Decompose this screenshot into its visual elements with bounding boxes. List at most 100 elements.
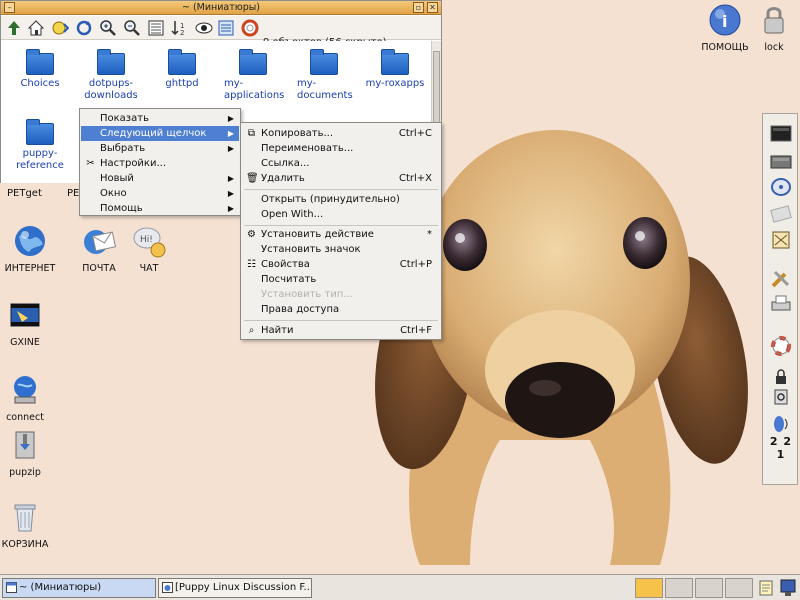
details-icon[interactable]: [217, 19, 235, 37]
printer-icon[interactable]: [770, 294, 792, 314]
show-hidden-icon[interactable]: [195, 19, 213, 37]
desktop-icon-label: pupzip: [9, 467, 41, 478]
menu-item-rename[interactable]: Переименовать...: [242, 141, 440, 156]
menu-item-properties[interactable]: ☷ Свойства Ctrl+P: [242, 257, 440, 272]
power-icon[interactable]: [770, 387, 792, 407]
menu-item-select[interactable]: Выбрать ▶: [81, 141, 239, 156]
up-arrow-icon[interactable]: [5, 19, 23, 37]
close-button[interactable]: ✕: [427, 2, 438, 13]
menu-item-open-force[interactable]: Открыть (принудительно): [242, 192, 440, 207]
tray-clock: 2 2 1: [769, 435, 793, 461]
menu-item-show[interactable]: Показать ▶: [81, 111, 239, 126]
desktop-pager-4[interactable]: [725, 578, 753, 598]
menu-item-set-type: Установить тип...: [242, 287, 440, 302]
menu-item-delete[interactable]: 🗑 Удалить Ctrl+X: [242, 171, 440, 186]
chat-icon: Hi!: [133, 227, 166, 258]
bookmarks-icon[interactable]: [51, 19, 69, 37]
menu-item-open-with[interactable]: Open With...: [242, 207, 440, 222]
find-icon: ⌕: [248, 325, 255, 336]
folder-my-roxapps[interactable]: my-roxapps: [362, 49, 428, 90]
menu-item-set-action[interactable]: ⚙ Установить действие *: [242, 227, 440, 242]
folder-label: my- applications: [224, 78, 285, 101]
desktop-label-partial[interactable]: PE: [67, 188, 79, 199]
menu-item-label: Помощь: [100, 203, 143, 214]
filer-toolbar: 12 9 объектов (56 скрыто): [1, 16, 441, 48]
window-title: ~ (Миниатюры): [181, 2, 261, 13]
cdrom-icon[interactable]: [770, 177, 792, 197]
padlock-small-icon[interactable]: [770, 367, 792, 387]
folder-label: Choices: [20, 78, 60, 89]
folder-ghttpd[interactable]: ghttpd: [149, 49, 215, 90]
menu-item-shortcut: Ctrl+X: [398, 173, 432, 184]
sort-icon[interactable]: 12: [171, 19, 189, 37]
desktop-pager-3[interactable]: [695, 578, 723, 598]
folder-icon: [239, 49, 267, 75]
display-icon[interactable]: [780, 579, 796, 597]
folder-my-applications[interactable]: my- applications: [220, 49, 286, 102]
lifebuoy-icon[interactable]: [770, 336, 792, 356]
filer-context-menu: Показать ▶ Следующий щелчок ▶ Выбрать ▶ …: [79, 108, 241, 216]
task-button-browser[interactable]: [Puppy Linux Discussion F...: [158, 578, 312, 598]
wrench-icon[interactable]: [770, 269, 792, 289]
desktop-icon-connect[interactable]: connect: [0, 373, 60, 423]
menu-item-set-icon[interactable]: Установить значок: [242, 242, 440, 257]
menu-item-settings[interactable]: ✂ Настройки...: [81, 156, 239, 171]
desktop-pager-1[interactable]: [635, 578, 663, 598]
folder-label: dotpups- downloads: [84, 78, 138, 101]
floppy-icon[interactable]: [770, 204, 792, 224]
folder-icon: [310, 49, 338, 75]
menu-item-copy[interactable]: ⧉ Копировать... Ctrl+C: [242, 126, 440, 141]
desktop-pager-2[interactable]: [665, 578, 693, 598]
help-lifebuoy-icon[interactable]: [241, 19, 259, 37]
menu-item-label: Настройки...: [100, 158, 167, 169]
menu-item-count[interactable]: Посчитать: [242, 272, 440, 287]
desktop-icon-lock[interactable]: lock: [739, 3, 800, 53]
folder-label: my-roxapps: [365, 78, 425, 89]
film-icon: [10, 303, 40, 327]
window-titlebar[interactable]: – ~ (Миниатюры) ▫ ✕: [1, 1, 441, 15]
terminal-icon[interactable]: [770, 124, 792, 144]
desktop-icon-gxine[interactable]: GXINE: [0, 298, 60, 348]
folder-choices[interactable]: Choices: [7, 49, 73, 90]
desktop-icon-chat[interactable]: Hi! ЧАТ: [114, 224, 184, 274]
home-icon[interactable]: [27, 19, 45, 37]
svg-text:i: i: [722, 12, 727, 31]
menu-item-shortcut: *: [427, 229, 432, 240]
notes-icon[interactable]: [759, 580, 773, 596]
folder-my-documents[interactable]: my- documents: [291, 49, 357, 102]
desktop-icon-label: ИНТЕРНЕТ: [4, 263, 56, 274]
task-button-filer[interactable]: ~ (Миниатюры): [2, 578, 156, 598]
submenu-arrow-icon: ▶: [227, 204, 234, 213]
zoom-in-icon[interactable]: [99, 19, 117, 37]
refresh-icon[interactable]: [75, 19, 93, 37]
desktop-icon-pupzip[interactable]: pupzip: [0, 428, 60, 478]
menu-separator: [244, 320, 438, 321]
desktop-icon-label: КОРЗИНА: [1, 539, 49, 550]
menu-item-find[interactable]: ⌕ Найти Ctrl+F: [242, 323, 440, 338]
desktop-icon-internet[interactable]: ИНТЕРНЕТ: [0, 224, 65, 274]
menu-item-next-click[interactable]: Следующий щелчок ▶: [81, 126, 239, 141]
menu-separator: [244, 189, 438, 190]
minimize-button[interactable]: ▫: [413, 2, 424, 13]
desktop-icon-trash[interactable]: КОРЗИНА: [0, 500, 60, 550]
folder-puppy-reference[interactable]: puppy- reference: [7, 119, 73, 172]
menu-item-window[interactable]: Окно ▶: [81, 186, 239, 201]
menu-item-label: Ссылка...: [261, 158, 310, 169]
submenu-arrow-icon: ▶: [227, 189, 234, 198]
desktop-label-petget[interactable]: PETget: [7, 188, 42, 199]
zoom-out-icon[interactable]: [123, 19, 141, 37]
menu-item-shortcut: Ctrl+C: [398, 128, 432, 139]
menu-item-new[interactable]: Новый ▶: [81, 171, 239, 186]
menu-item-label: Свойства: [261, 259, 310, 270]
volume-icon[interactable]: [770, 414, 792, 434]
menu-item-label: Установить действие: [261, 229, 374, 240]
tools-box-icon[interactable]: [770, 230, 792, 250]
drive-icon[interactable]: [770, 151, 792, 171]
lock-icon: [764, 7, 784, 34]
menu-item-link[interactable]: Ссылка...: [242, 156, 440, 171]
menu-item-permissions[interactable]: Права доступа: [242, 302, 440, 317]
menu-item-label: Установить значок: [261, 244, 361, 255]
menu-item-help[interactable]: Помощь ▶: [81, 201, 239, 216]
folder-dotpups-downloads[interactable]: dotpups- downloads: [78, 49, 144, 102]
list-view-icon[interactable]: [147, 19, 165, 37]
